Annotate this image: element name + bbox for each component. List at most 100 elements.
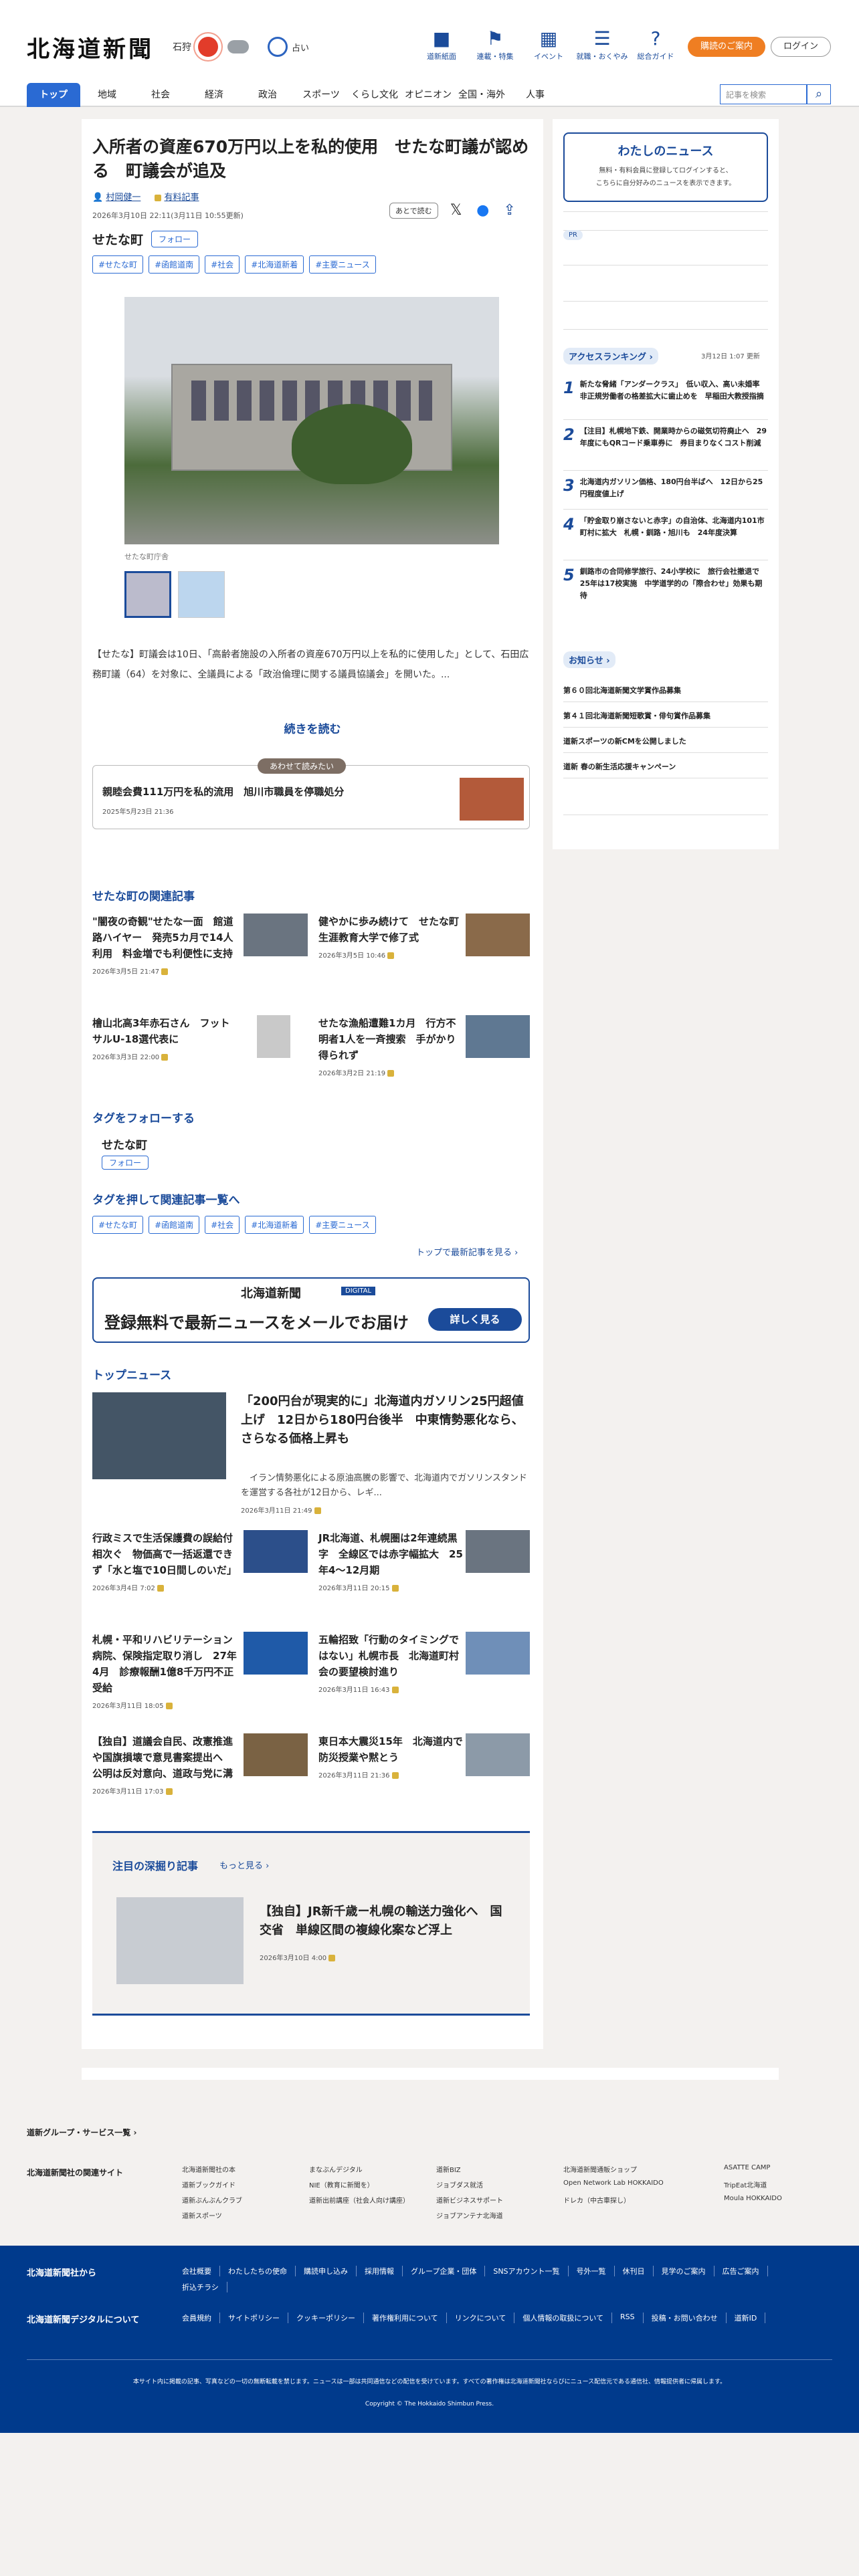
list-item[interactable]: 檜山北高3年赤石さん フットサルU-18選代表に 2026年3月3日 22:00 <box>92 1015 304 1061</box>
list-item[interactable]: 行政ミスで生活保護費の誤給付相次ぐ 物価高で一括返還できず「水と塩で10日間しの… <box>92 1530 308 1592</box>
tag-item[interactable]: #函館道南 <box>149 1216 200 1234</box>
list-item[interactable]: 五輪招致「行動のタイミングではない」札幌市長 北海道町村会の要望検討進り 202… <box>318 1632 530 1694</box>
author-name[interactable]: 👤 村岡健一 <box>92 190 140 203</box>
article-photo[interactable] <box>124 297 499 544</box>
notice-item[interactable]: 第６０回北海道新聞文学賞作品募集 <box>563 677 768 702</box>
notice-item[interactable]: 道新 春の新生活応援キャンペーン <box>563 753 768 778</box>
site-link[interactable]: ASATTE CAMP <box>724 2164 838 2174</box>
nav-series[interactable]: ⚑ 連載・特集 <box>468 27 522 62</box>
tag-item[interactable]: #主要ニュース <box>309 255 376 274</box>
site-link[interactable]: TripEat北海道 <box>724 2179 838 2189</box>
subscribe-button[interactable]: 購読のご案内 <box>688 37 765 57</box>
tab-local[interactable]: 地域 <box>80 83 134 107</box>
tab-world[interactable]: 全国・海外 <box>455 83 508 107</box>
footer-link[interactable]: クッキーポリシー <box>288 2313 364 2323</box>
footer-link[interactable]: リンクについて <box>447 2313 515 2323</box>
footer-link[interactable]: 休刊日 <box>615 2266 654 2276</box>
tag-item[interactable]: #函館道南 <box>149 255 200 274</box>
site-link[interactable]: ドレカ（中古車探し） <box>563 2195 724 2205</box>
deep-item-title[interactable]: 【独自】JR新千歳ー札幌の輸送力強化へ 国交省 単線区間の複線化案など浮上 <box>260 1903 514 1940</box>
deep-more-link[interactable]: もっと見る › <box>219 1858 269 1871</box>
list-item[interactable]: 札幌・平和リハビリテーション病院、保険指定取り消し 27年4月 診療報酬1億8千… <box>92 1632 308 1710</box>
site-link[interactable]: ジョブアンテナ北海道 <box>436 2210 563 2220</box>
site-link[interactable]: 道新スポーツ <box>182 2210 309 2220</box>
site-link[interactable]: Moula HOKKAIDO <box>724 2195 838 2205</box>
footer-link[interactable]: 個人情報の取扱について <box>514 2313 613 2323</box>
tab-top[interactable]: トップ <box>27 83 80 107</box>
follow-tag-button[interactable]: フォロー <box>102 1156 149 1170</box>
tag-item[interactable]: #北海道新着 <box>245 1216 304 1234</box>
tab-culture[interactable]: くらし文化 <box>348 83 401 107</box>
footer-link[interactable]: SNSアカウント一覧 <box>485 2266 569 2276</box>
ranking-item[interactable]: 4 「貯金取り崩さないと赤字」の自治体、北海道内101市町村に拡大 札幌・釧路・旭… <box>563 510 768 560</box>
nav-guide[interactable]: ? 総合ガイド <box>629 27 682 62</box>
footer-link[interactable]: 見学のご案内 <box>654 2266 714 2276</box>
follow-button[interactable]: フォロー <box>151 231 199 247</box>
newsletter-banner[interactable]: 北海道新聞 DIGITAL 登録無料で最新ニュースをメールでお届け 詳しく見る <box>92 1277 530 1343</box>
tag-item[interactable]: #社会 <box>205 1216 240 1234</box>
search-button[interactable]: ⌕ <box>807 84 831 104</box>
ranking-title[interactable]: アクセスランキング › <box>563 348 658 364</box>
tag-item[interactable]: #主要ニュース <box>309 1216 376 1234</box>
footer-link[interactable]: 会員規約 <box>174 2313 220 2323</box>
footer-link[interactable]: 広告ご案内 <box>714 2266 768 2276</box>
site-link[interactable]: NIE（教育に新聞を） <box>309 2179 436 2189</box>
ranking-item[interactable]: 2 【注目】札幌地下鉄、開業時からの磁気切符廃止へ 29年度にもQRコード乗車券に… <box>563 420 768 471</box>
tab-economy[interactable]: 経済 <box>187 83 241 107</box>
footer-link[interactable]: 採用情報 <box>357 2266 403 2276</box>
footer-link[interactable]: 折込チラシ <box>174 2282 227 2292</box>
notice-item[interactable]: 道新スポーツの新CMを公開しました <box>563 728 768 753</box>
fortune-link[interactable]: 占い <box>268 37 309 57</box>
list-item[interactable]: 【独自】道議会自民、改憲推進や国旗損壊で意見書案提出へ 公明は反対意向、道政与党… <box>92 1733 308 1796</box>
tag-item[interactable]: #せたな町 <box>92 255 144 274</box>
footer-link[interactable]: 道新ID <box>727 2313 766 2323</box>
site-link[interactable]: 道新BIZ <box>436 2164 563 2174</box>
related-article[interactable]: あわせて読みたい 親睦会費111万円を私的流用 旭川市職員を停職処分 2025年… <box>92 758 530 829</box>
list-item[interactable]: せたな漁船遭難1カ月 行方不明者1人を一斉捜索 手がかり得られず 2026年3月… <box>318 1015 530 1077</box>
photo-thumb-2[interactable] <box>178 571 225 618</box>
ranking-item[interactable]: 1 新たな脅緒「アンダークラス」 低い収入、高い未婚率 非正規労働者の格差拡大に歯… <box>563 374 768 420</box>
site-logo[interactable]: 北海道新聞 <box>27 31 154 64</box>
follow-tag-name[interactable]: せたな町 <box>102 1136 147 1152</box>
ranking-item[interactable]: 3 北海道内ガソリン価格、180円台半ばへ 12日から25円程度値上げ <box>563 471 768 510</box>
footer-link[interactable]: 会社概要 <box>174 2266 220 2276</box>
x-share-icon[interactable]: 𝕏 <box>448 202 465 219</box>
site-link[interactable]: 北海道新聞社の本 <box>182 2164 309 2174</box>
site-link[interactable]: 道新ブックガイド <box>182 2179 309 2189</box>
weather-widget[interactable]: 石狩 占い <box>173 37 309 57</box>
footer-link[interactable]: 購読申し込み <box>296 2266 357 2276</box>
facebook-share-icon[interactable]: ● <box>474 202 492 219</box>
tag-item[interactable]: #せたな町 <box>92 1216 144 1234</box>
footer-link[interactable]: 号外一覧 <box>569 2266 615 2276</box>
tag-item[interactable]: #社会 <box>205 255 240 274</box>
tab-opinion[interactable]: オピニオン <box>401 83 455 107</box>
list-item[interactable]: 健やかに歩み続けて せたな町生涯教育大学で修了式 2026年3月5日 10:46 <box>318 914 530 960</box>
group-services-link[interactable]: 道新グループ・サービス一覧 › <box>27 2127 136 2138</box>
site-link[interactable]: まなぶんデジタル <box>309 2164 436 2174</box>
tag-name[interactable]: せたな町 <box>92 230 143 248</box>
search-input[interactable]: 記事を検索 <box>720 84 807 104</box>
tab-society[interactable]: 社会 <box>134 83 187 107</box>
share-icon[interactable]: ⇪ <box>501 202 518 219</box>
login-button[interactable]: ログイン <box>771 37 831 57</box>
list-item[interactable]: JR北海道、札幌圏は2年連続黒字 全線区では赤字幅拡大 25年4〜12月期 20… <box>318 1530 530 1592</box>
nav-newspaper[interactable]: ■ 道新紙面 <box>415 27 468 62</box>
read-later-button[interactable]: あとで読む <box>389 202 438 219</box>
tab-politics[interactable]: 政治 <box>241 83 294 107</box>
tag-item[interactable]: #北海道新着 <box>245 255 304 274</box>
footer-link[interactable]: RSS <box>612 2313 644 2323</box>
read-more-link[interactable]: 続きを読む <box>82 720 543 736</box>
notice-item[interactable]: 第４１回北海道新聞短歌賞・俳句賞作品募集 <box>563 702 768 728</box>
photo-thumb-1[interactable] <box>124 571 171 618</box>
deep-thumb[interactable] <box>116 1897 244 1984</box>
footer-link[interactable]: サイトポリシー <box>220 2313 288 2323</box>
list-item[interactable]: "闇夜の奇観"せたな一面 館道路ハイヤー 発売5カ月で14人利用 料金増でも利便… <box>92 914 308 976</box>
site-link[interactable]: 道新ぶんぶんクラブ <box>182 2195 309 2205</box>
footer-link[interactable]: 著作権利用について <box>364 2313 447 2323</box>
nav-events[interactable]: ▦ イベント <box>522 27 575 62</box>
site-link[interactable]: 北海道新聞通販ショップ <box>563 2164 724 2174</box>
list-item[interactable]: 東日本大震災15年 北海道内で防災授業や黙とう 2026年3月11日 21:36 <box>318 1733 530 1780</box>
site-link[interactable]: ジョブダス就活 <box>436 2179 563 2189</box>
footer-link[interactable]: わたしたちの使命 <box>220 2266 296 2276</box>
footer-link[interactable]: グループ企業・団体 <box>403 2266 486 2276</box>
